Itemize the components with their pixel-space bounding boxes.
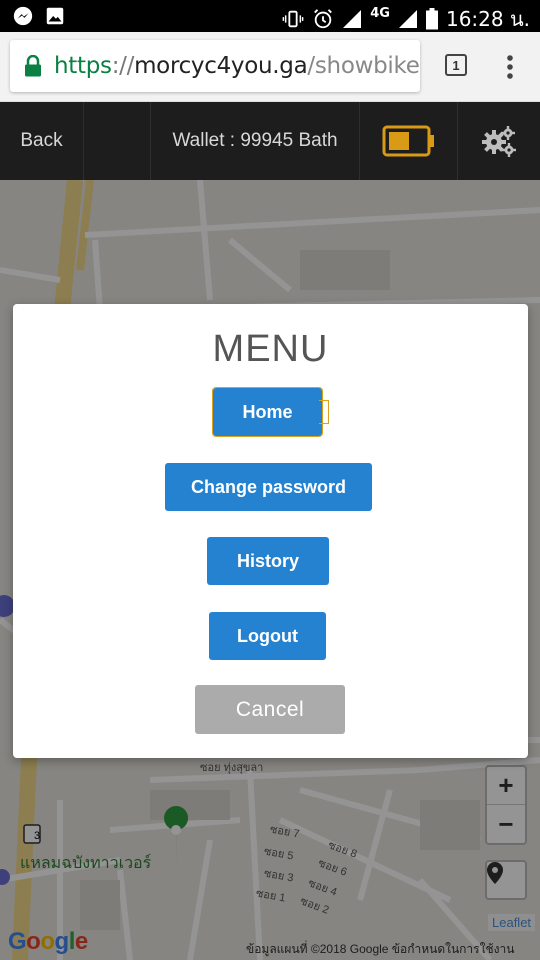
battery-icon — [382, 125, 434, 157]
logout-button[interactable]: Logout — [209, 612, 326, 660]
url-host: morcyc4you.ga — [134, 53, 308, 79]
battery-button[interactable] — [360, 102, 458, 180]
settings-button[interactable] — [458, 102, 540, 180]
app-navbar: Back Wallet : 99945 Bath — [0, 102, 540, 180]
clock: 16:28 น. — [445, 7, 530, 31]
menu-modal: MENU Home Change password History Logout… — [13, 304, 528, 758]
url-text: https://morcyc4you.ga/showbike — [54, 53, 420, 79]
tab-switcher-button[interactable]: 1 — [445, 54, 467, 76]
tab-count: 1 — [452, 57, 460, 73]
network-type: 4G — [370, 5, 390, 21]
url-separator: :// — [111, 53, 135, 79]
battery-status-icon — [425, 8, 438, 30]
back-button[interactable]: Back — [0, 102, 84, 180]
url-bar[interactable]: https://morcyc4you.ga/showbike — [10, 40, 420, 92]
modal-title: MENU — [212, 328, 329, 370]
lock-icon — [25, 55, 41, 77]
change-password-button[interactable]: Change password — [165, 463, 372, 511]
history-button[interactable]: History — [207, 537, 329, 585]
url-path: /showbike — [307, 53, 420, 79]
vibrate-icon — [282, 10, 304, 28]
cancel-button[interactable]: Cancel — [195, 685, 345, 734]
home-button[interactable]: Home — [212, 387, 323, 437]
gallery-icon — [46, 7, 64, 25]
focus-ring — [319, 400, 329, 424]
wallet-balance: Wallet : 99945 Bath — [150, 102, 360, 180]
messenger-icon — [13, 6, 33, 26]
browser-toolbar: https://morcyc4you.ga/showbike 1 — [0, 32, 540, 102]
status-bar: 4G 16:28 น. — [0, 0, 540, 32]
more-options-icon[interactable] — [506, 54, 514, 80]
gears-icon — [482, 126, 516, 157]
signal-icon — [343, 10, 362, 28]
signal-2-icon — [398, 10, 417, 28]
url-scheme: https — [54, 53, 112, 79]
alarm-icon — [314, 9, 333, 29]
